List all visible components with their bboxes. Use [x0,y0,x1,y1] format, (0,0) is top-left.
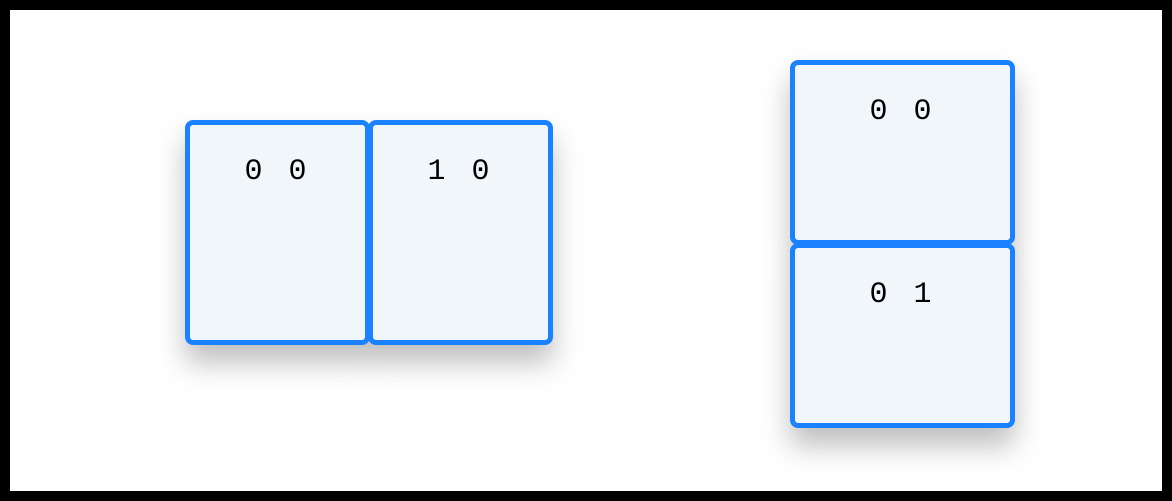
diagram-canvas: 0 0 1 0 0 0 0 1 [10,10,1162,491]
cell-group-vertical: 0 0 0 1 [790,60,1015,428]
grid-cell: 0 1 [790,243,1015,428]
cell-coordinate-label: 0 1 [869,278,935,312]
grid-cell: 1 0 [368,120,553,345]
cell-coordinate-label: 1 0 [427,155,493,189]
cell-coordinate-label: 0 0 [869,95,935,129]
cell-coordinate-label: 0 0 [244,155,310,189]
grid-cell: 0 0 [185,120,370,345]
grid-cell: 0 0 [790,60,1015,245]
cell-group-horizontal: 0 0 1 0 [185,120,553,345]
